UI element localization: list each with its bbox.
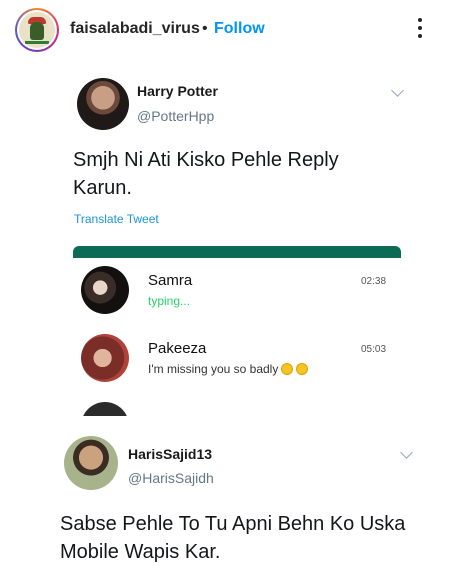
more-options-icon[interactable] — [415, 18, 425, 42]
chat-avatar — [81, 334, 129, 382]
chat-row-samra: Samra typing... 02:38 — [73, 258, 401, 320]
tweet-author-handle: @PotterHpp — [137, 108, 215, 124]
translate-tweet-link: Translate Tweet — [74, 212, 159, 226]
tweet-author-avatar — [77, 78, 129, 130]
reply-author-name: HarisSajid13 — [128, 446, 213, 462]
chat-time: 02:38 — [361, 276, 387, 287]
tweet-card: Harry Potter @PotterHpp Smjh Ni Ati Kisk… — [57, 66, 415, 416]
chat-time: 05:03 — [361, 344, 387, 355]
whatsapp-screenshot: Samra typing... 02:38 Pakeeza I'm missin… — [73, 246, 401, 416]
tweet-author-name: Harry Potter — [137, 83, 218, 99]
chat-typing-status: typing... — [148, 294, 191, 308]
reply-text: Sabse Pehle To Tu Apni Behn Ko Uska Mobi… — [60, 513, 406, 563]
profile-avatar[interactable] — [15, 8, 59, 52]
chat-list: Samra typing... 02:38 Pakeeza I'm missin… — [73, 258, 401, 416]
emoji-icon — [296, 363, 309, 375]
chat-message-preview: I'm missing you so badly — [148, 362, 309, 376]
chevron-down-icon — [400, 446, 413, 459]
emoji-icon — [281, 363, 294, 375]
chat-name: Pakeeza — [148, 340, 207, 357]
tweet-text: Smjh Ni Ati Kisko Pehle Reply Karun. — [73, 149, 339, 199]
chat-avatar — [81, 402, 129, 416]
separator-dot: • — [202, 20, 208, 37]
reply-author-avatar — [64, 436, 118, 490]
chat-name: Samra — [148, 272, 193, 289]
chat-row-partial — [73, 394, 401, 416]
chat-avatar — [81, 266, 129, 314]
reply-author-handle: @HarisSajidh — [128, 470, 214, 486]
chat-row-pakeeza: Pakeeza I'm missing you so badly 05:03 — [73, 326, 401, 388]
profile-username[interactable]: faisalabadi_virus — [70, 20, 200, 38]
reply-card: HarisSajid13 @HarisSajidh Sabse Pehle To… — [40, 426, 430, 574]
post-header: faisalabadi_virus • Follow — [0, 0, 450, 64]
whatsapp-header-bar — [73, 246, 401, 258]
chevron-down-icon — [391, 84, 404, 97]
follow-button[interactable]: Follow — [214, 20, 265, 38]
